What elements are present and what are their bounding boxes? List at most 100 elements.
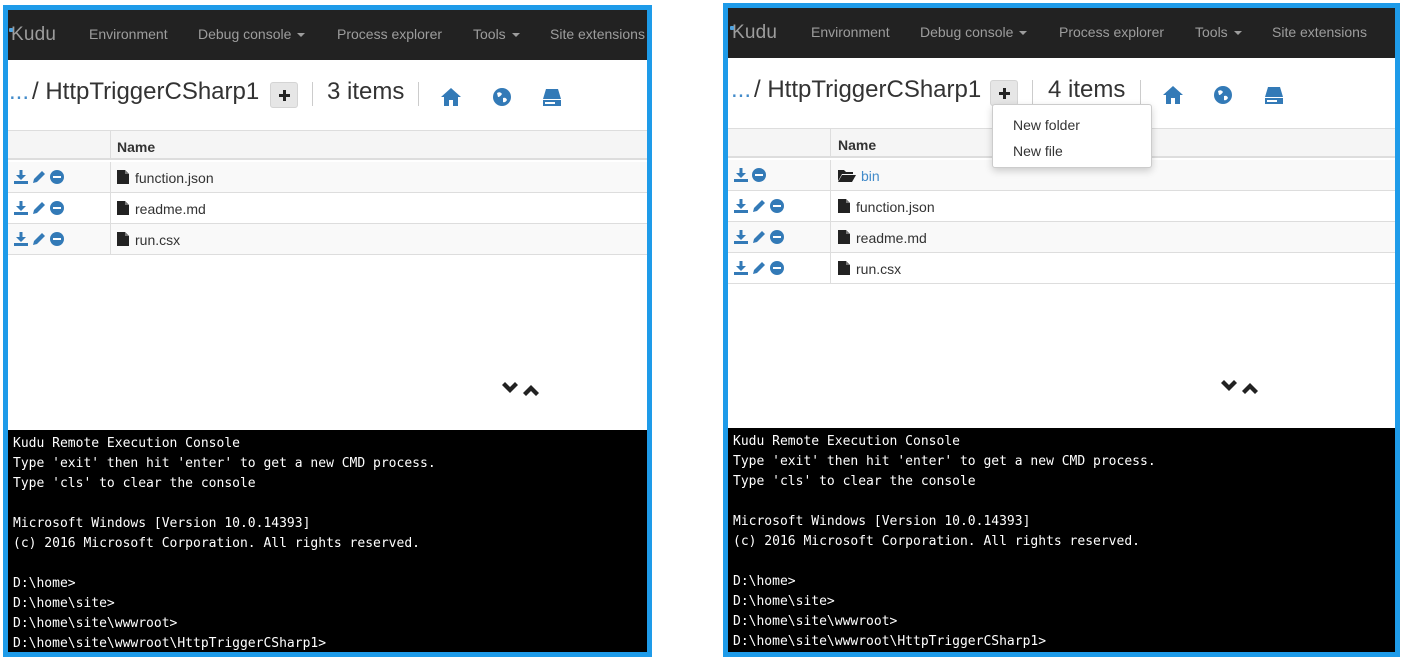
breadcrumb-current: / HttpTriggerCSharp1 (754, 76, 982, 103)
add-dropdown-menu: New folder New file (992, 104, 1152, 168)
breadcrumb-parent-link[interactable]: ... (731, 76, 751, 104)
edit-icon[interactable] (752, 230, 766, 244)
file-icon (838, 261, 850, 275)
nav-process-explorer[interactable]: Process explorer (1059, 24, 1164, 40)
separator (418, 82, 419, 106)
delete-icon[interactable] (752, 168, 766, 182)
add-button[interactable] (990, 80, 1018, 106)
home-icon[interactable] (1162, 84, 1184, 106)
table-row: run.csx (728, 253, 1395, 284)
edit-icon[interactable] (752, 199, 766, 213)
column-divider (830, 160, 831, 190)
chevron-up-icon[interactable] (1241, 380, 1259, 394)
console-line: D:\home\site> (733, 594, 835, 609)
drive-icon[interactable] (1263, 84, 1285, 106)
nav-site-extensions[interactable]: Site extensions (550, 26, 645, 42)
column-divider (830, 253, 831, 283)
column-header-name[interactable]: Name (117, 139, 155, 155)
download-icon[interactable] (14, 170, 28, 184)
delete-icon[interactable] (50, 170, 64, 184)
nav-debug-console[interactable]: Debug console (920, 24, 1028, 40)
separator (1140, 80, 1141, 104)
table-header: Name (8, 130, 647, 160)
file-name[interactable]: run.csx (135, 232, 180, 248)
console-line: D:\home> (733, 574, 796, 589)
column-divider (830, 129, 831, 156)
edit-icon[interactable] (32, 201, 46, 215)
breadcrumb-parent-link[interactable]: ... (9, 78, 29, 106)
file-name[interactable]: readme.md (856, 230, 927, 246)
delete-icon[interactable] (770, 261, 784, 275)
console-line: Type 'cls' to clear the console (13, 476, 256, 491)
edit-icon[interactable] (32, 232, 46, 246)
nav-tools[interactable]: Tools (1195, 24, 1242, 40)
edit-icon[interactable] (752, 261, 766, 275)
console-line: D:\home\site> (13, 596, 115, 611)
console-line: Microsoft Windows [Version 10.0.14393] (733, 514, 1031, 529)
kudu-window-before: Kudu Environment Debug console Process e… (3, 5, 652, 657)
column-divider (830, 222, 831, 252)
delete-icon[interactable] (50, 201, 64, 215)
item-count: 4 items (1048, 76, 1126, 103)
table-row: readme.md (728, 222, 1395, 253)
file-table: Name function.json readme.md run.csx (8, 130, 647, 260)
breadcrumb: ... / HttpTriggerCSharp1 3 items (8, 78, 647, 118)
menu-item-new-file[interactable]: New file (1013, 143, 1063, 159)
column-divider (110, 193, 111, 223)
nav-environment[interactable]: Environment (89, 26, 168, 42)
table-row: readme.md (8, 193, 647, 224)
nav-tools-label: Tools (1195, 24, 1228, 40)
nav-tools[interactable]: Tools (473, 26, 520, 42)
console-output[interactable]: Kudu Remote Execution Console Type 'exit… (8, 430, 647, 652)
download-icon[interactable] (14, 232, 28, 246)
brand-logo[interactable]: Kudu (11, 24, 56, 46)
globe-icon[interactable] (1212, 84, 1234, 106)
nav-site-extensions[interactable]: Site extensions (1272, 24, 1367, 40)
nav-process-explorer[interactable]: Process explorer (337, 26, 442, 42)
nav-debug-console-label: Debug console (198, 26, 292, 42)
file-icon (117, 201, 129, 215)
download-icon[interactable] (734, 261, 748, 275)
file-icon (838, 199, 850, 213)
folder-open-icon (838, 168, 856, 182)
file-name[interactable]: function.json (135, 170, 214, 186)
delete-icon[interactable] (770, 199, 784, 213)
console-line: Type 'exit' then hit 'enter' to get a ne… (733, 454, 1156, 469)
console-line: D:\home> (13, 576, 76, 591)
separator (312, 82, 313, 106)
nav-environment[interactable]: Environment (811, 24, 890, 40)
item-count: 3 items (327, 78, 405, 105)
add-button[interactable] (270, 82, 298, 108)
breadcrumb-current: / HttpTriggerCSharp1 (32, 78, 260, 105)
nav-debug-console[interactable]: Debug console (198, 26, 306, 42)
column-divider (110, 162, 111, 192)
console-line: (c) 2016 Microsoft Corporation. All righ… (13, 536, 420, 551)
top-navbar: Kudu Environment Debug console Process e… (8, 10, 647, 60)
folder-name[interactable]: bin (861, 168, 880, 184)
console-line: Microsoft Windows [Version 10.0.14393] (13, 516, 311, 531)
nav-tools-label: Tools (473, 26, 506, 42)
column-divider (110, 224, 111, 254)
console-line: D:\home\site\wwwroot> (733, 614, 898, 629)
chevron-up-icon[interactable] (522, 382, 540, 396)
edit-icon[interactable] (32, 170, 46, 184)
console-output[interactable]: Kudu Remote Execution Console Type 'exit… (728, 428, 1395, 652)
globe-icon[interactable] (491, 86, 513, 108)
delete-icon[interactable] (50, 232, 64, 246)
delete-icon[interactable] (770, 230, 784, 244)
download-icon[interactable] (734, 199, 748, 213)
brand-logo[interactable]: Kudu (732, 22, 777, 44)
drive-icon[interactable] (541, 86, 563, 108)
column-header-name[interactable]: Name (838, 137, 876, 153)
chevron-down-icon[interactable] (501, 382, 519, 396)
download-icon[interactable] (734, 168, 748, 182)
download-icon[interactable] (14, 201, 28, 215)
download-icon[interactable] (734, 230, 748, 244)
file-name[interactable]: run.csx (856, 261, 901, 277)
file-name[interactable]: function.json (856, 199, 935, 215)
chevron-down-icon[interactable] (1220, 380, 1238, 394)
file-name[interactable]: readme.md (135, 201, 206, 217)
home-icon[interactable] (440, 86, 462, 108)
kudu-window-after: Kudu Environment Debug console Process e… (723, 3, 1400, 657)
menu-item-new-folder[interactable]: New folder (1013, 117, 1080, 133)
